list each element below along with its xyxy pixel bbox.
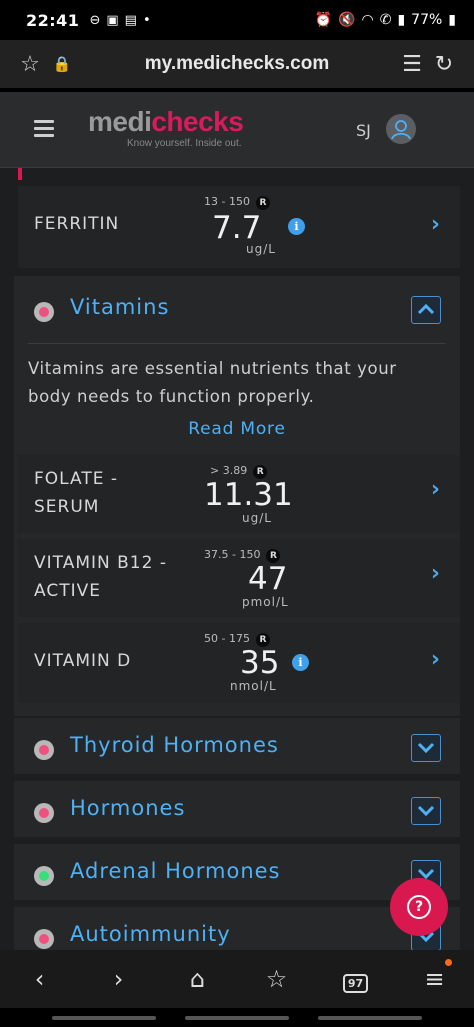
user-initials[interactable]: SJ bbox=[356, 121, 371, 140]
status-dot bbox=[34, 302, 54, 322]
biomarker-value: 11.31 bbox=[204, 477, 293, 513]
result-row-ferritin[interactable]: FERRITIN 13 - 150 R 7.7 ug/L i › bbox=[18, 186, 460, 268]
section-title[interactable]: Adrenal Hormones bbox=[70, 859, 281, 883]
collapse-toggle[interactable] bbox=[411, 296, 441, 324]
menu-icon[interactable] bbox=[34, 120, 54, 137]
info-icon[interactable]: i bbox=[292, 654, 309, 671]
notification-dot bbox=[444, 959, 452, 966]
wifi-icon: ◠ bbox=[361, 12, 374, 28]
section-title[interactable]: Vitamins bbox=[70, 295, 169, 319]
gesture-bar bbox=[0, 1008, 474, 1027]
mute-icon: 🔇 bbox=[338, 12, 356, 28]
reload-icon[interactable]: ↻ bbox=[428, 52, 460, 77]
battery-level: 77% bbox=[411, 12, 443, 28]
url-text[interactable]: my.medichecks.com bbox=[78, 53, 396, 75]
more-notifications-icon: • bbox=[142, 12, 151, 28]
status-marker bbox=[18, 168, 22, 180]
section-title[interactable]: Autoimmunity bbox=[70, 922, 231, 946]
reader-mode-icon[interactable]: ☰ bbox=[396, 52, 428, 77]
status-dot bbox=[34, 740, 54, 760]
status-dot bbox=[34, 866, 54, 886]
back-icon[interactable]: ‹ bbox=[15, 965, 65, 993]
biomarker-unit: pmol/L bbox=[242, 595, 289, 609]
results-content: FERRITIN 13 - 150 R 7.7 ug/L i › Vitamins… bbox=[0, 168, 474, 950]
chevron-down-icon bbox=[417, 742, 435, 754]
app-notification-icon: ▣ bbox=[106, 12, 119, 28]
result-row-folate[interactable]: FOLATE - SERUM > 3.89 R 11.31 ug/L › bbox=[18, 455, 460, 533]
info-icon[interactable]: i bbox=[288, 218, 305, 235]
battery-icon: ▮ bbox=[448, 12, 456, 28]
forward-icon[interactable]: › bbox=[94, 965, 144, 993]
status-notification-icons: ⊖ ▣ ▤ • bbox=[89, 13, 150, 28]
biomarker-value: 7.7 bbox=[212, 210, 262, 246]
signal-icon: ▮ bbox=[397, 12, 406, 28]
medichecks-logo[interactable]: medichecks bbox=[88, 106, 244, 138]
status-dot bbox=[34, 929, 54, 949]
range-badge: R bbox=[255, 196, 270, 210]
status-dot bbox=[34, 803, 54, 823]
biomarker-unit: ug/L bbox=[246, 242, 276, 256]
question-icon: ? bbox=[407, 895, 431, 919]
status-bar: 22:41 ⊖ ▣ ▤ • ⏰ 🔇 ◠ ✆ ▮ 77% ▮ bbox=[0, 0, 474, 40]
divider bbox=[28, 343, 446, 344]
biomarker-name: FERRITIN bbox=[34, 214, 120, 234]
result-row-vitamin-b12[interactable]: VITAMIN B12 - ACTIVE 37.5 - 150 R 47 pmol/… bbox=[18, 539, 460, 617]
avatar[interactable] bbox=[386, 114, 416, 144]
expand-toggle[interactable] bbox=[411, 734, 441, 762]
section-description: Vitamins are essential nutrients that yo… bbox=[28, 359, 397, 406]
read-more-link[interactable]: Read More bbox=[0, 419, 474, 439]
biomarker-unit: ug/L bbox=[242, 511, 272, 525]
tab-count: 97 bbox=[342, 974, 369, 993]
status-time: 22:41 bbox=[26, 10, 80, 30]
reference-range: 13 - 150 R bbox=[204, 195, 270, 210]
home-icon[interactable]: ⌂ bbox=[173, 965, 223, 993]
expand-toggle[interactable] bbox=[411, 797, 441, 825]
logo-tagline: Know yourself. Inside out. bbox=[127, 138, 242, 149]
biomarker-value: 35 bbox=[240, 645, 280, 681]
biomarker-name: VITAMIN D bbox=[34, 651, 132, 671]
bookmark-star-icon[interactable]: ☆ bbox=[14, 52, 46, 77]
call-icon: ✆ bbox=[379, 12, 392, 28]
chevron-right-icon[interactable]: › bbox=[431, 477, 440, 502]
chevron-down-icon bbox=[417, 805, 435, 817]
chevron-right-icon[interactable]: › bbox=[431, 212, 440, 237]
biomarker-name: FOLATE - SERUM bbox=[34, 469, 118, 517]
biomarker-unit: nmol/L bbox=[230, 679, 277, 693]
alarm-icon: ⏰ bbox=[314, 12, 333, 28]
browser-url-bar: ☆ 🔒 my.medichecks.com ☰ ↻ bbox=[0, 40, 474, 88]
help-button[interactable]: ? bbox=[390, 878, 448, 936]
chevron-right-icon[interactable]: › bbox=[431, 561, 440, 586]
chevron-right-icon[interactable]: › bbox=[431, 647, 440, 672]
lock-icon[interactable]: 🔒 bbox=[46, 55, 78, 73]
chevron-up-icon bbox=[417, 303, 435, 315]
dnd-icon: ⊖ bbox=[89, 12, 101, 28]
biomarker-name: VITAMIN B12 - ACTIVE bbox=[34, 553, 167, 601]
app-notification-icon-2: ▤ bbox=[124, 12, 137, 28]
tabs-button[interactable]: 97 bbox=[331, 965, 381, 993]
browser-bottom-nav: ‹ › ⌂ ☆ 97 ≡ bbox=[0, 950, 474, 1008]
section-title[interactable]: Thyroid Hormones bbox=[70, 733, 279, 757]
bookmarks-icon[interactable]: ☆ bbox=[252, 965, 302, 993]
section-title[interactable]: Hormones bbox=[70, 796, 185, 820]
result-row-vitamin-d[interactable]: VITAMIN D 50 - 175 R 35 nmol/L i › bbox=[18, 623, 460, 703]
browser-menu-icon[interactable]: ≡ bbox=[410, 959, 460, 993]
biomarker-value: 47 bbox=[248, 561, 288, 597]
